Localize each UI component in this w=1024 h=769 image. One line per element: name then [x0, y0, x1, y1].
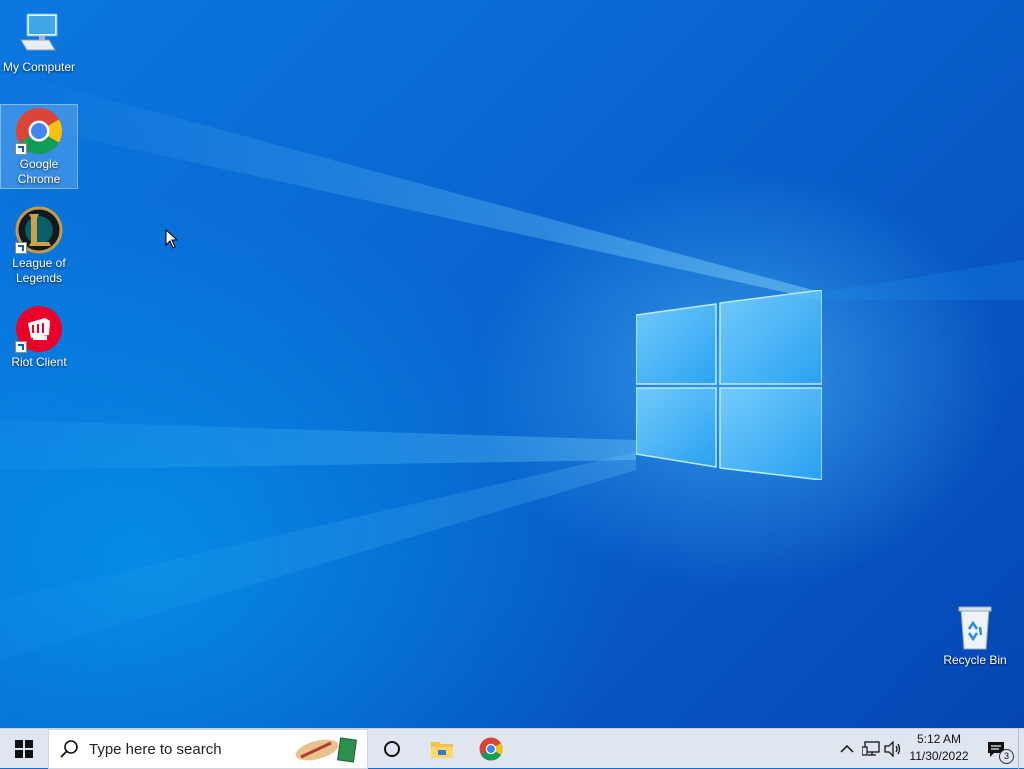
cortana-button[interactable] — [368, 729, 416, 769]
action-center-button[interactable]: 3 — [978, 729, 1014, 769]
taskbar-clock[interactable]: 5:12 AM 11/30/2022 — [906, 731, 972, 767]
desktop-icon-google-chrome[interactable]: Google Chrome — [0, 104, 78, 189]
mouse-cursor-icon — [165, 229, 179, 249]
chevron-up-icon — [840, 744, 854, 753]
file-explorer-button[interactable] — [418, 729, 466, 769]
volume-button[interactable] — [882, 729, 904, 769]
network-icon — [862, 741, 880, 756]
search-icon — [60, 740, 78, 758]
desktop-icon-label: Google Chrome — [17, 157, 61, 186]
desktop-icon-label: Recycle Bin — [943, 653, 1007, 667]
taskbar-search-box[interactable]: Type here to search — [48, 729, 368, 769]
speaker-icon — [884, 741, 901, 757]
clock-date: 11/30/2022 — [909, 749, 969, 763]
recycle-bin-icon — [951, 603, 999, 651]
desktop-icon-my-computer[interactable]: My Computer — [1, 8, 77, 75]
start-button[interactable] — [0, 729, 48, 769]
desktop-icon-league-of-legends[interactable]: League of Legends — [1, 204, 77, 286]
shortcut-arrow-icon — [15, 242, 27, 254]
desktop[interactable]: My Computer Google Chrome League of Lege… — [0, 0, 1024, 728]
league-of-legends-icon — [15, 206, 63, 254]
clock-time: 5:12 AM — [916, 732, 962, 746]
desktop-icon-riot-client[interactable]: Riot Client — [1, 303, 77, 370]
search-highlight-illustration-icon — [295, 737, 358, 763]
notification-count-badge: 3 — [999, 749, 1014, 764]
taskbar: Type here to search 5:12 AM 11/30/2022 3 — [0, 728, 1024, 769]
desktop-icon-label: My Computer — [2, 60, 76, 74]
chrome-icon — [479, 737, 503, 761]
file-explorer-icon — [431, 742, 453, 758]
desktop-icon-label: League of Legends — [12, 256, 66, 285]
desktop-icon-recycle-bin[interactable]: Recycle Bin — [937, 601, 1013, 668]
wallpaper-rays — [0, 70, 1024, 660]
windows-start-icon — [15, 740, 33, 758]
shortcut-arrow-icon — [15, 143, 27, 155]
chrome-taskbar-button[interactable] — [467, 729, 515, 769]
riot-client-icon — [15, 305, 63, 353]
shortcut-arrow-icon — [15, 341, 27, 353]
show-desktop-button[interactable] — [1018, 729, 1024, 769]
search-placeholder: Type here to search — [89, 740, 222, 758]
network-button[interactable] — [860, 729, 882, 769]
cortana-icon — [384, 741, 400, 757]
chrome-icon — [15, 107, 63, 155]
show-hidden-icons-button[interactable] — [834, 729, 860, 769]
windows-logo-wallpaper — [636, 290, 822, 480]
desktop-icon-label: Riot Client — [11, 355, 67, 369]
computer-icon — [15, 10, 63, 58]
